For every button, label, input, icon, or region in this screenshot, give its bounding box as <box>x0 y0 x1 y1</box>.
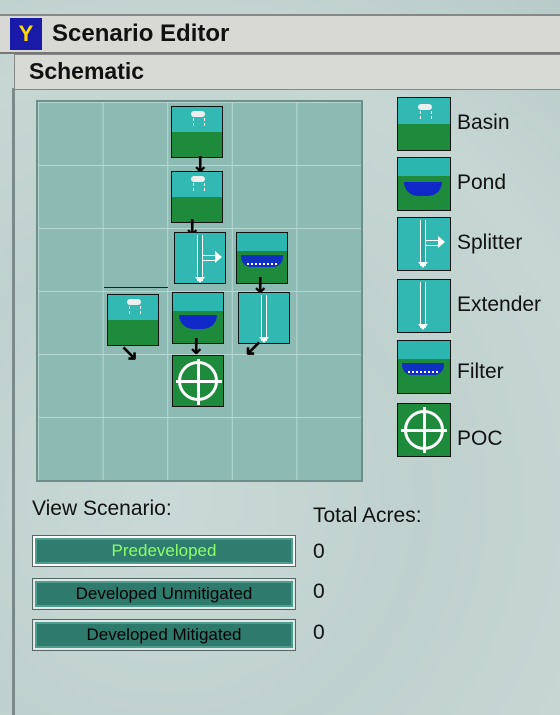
flow-arrow-icon: ↙ <box>244 335 263 360</box>
splitter-icon <box>397 217 451 271</box>
panel-border <box>12 88 15 715</box>
predeveloped-button[interactable]: Predeveloped <box>32 535 296 567</box>
schematic-basin-tile[interactable] <box>107 294 159 346</box>
rain-icon <box>191 176 205 192</box>
poc-icon <box>397 403 451 457</box>
developed-mitigated-button[interactable]: Developed Mitigated <box>32 619 296 651</box>
window-title: Scenario Editor <box>52 20 230 47</box>
rain-icon <box>191 111 205 127</box>
connector-line <box>104 287 168 288</box>
schematic-splitter-tile[interactable] <box>174 232 226 284</box>
legend-label: Pond <box>457 171 507 194</box>
legend-label: Basin <box>457 111 510 134</box>
rain-icon <box>127 299 141 315</box>
legend-label: Splitter <box>457 231 523 254</box>
legend-label: Filter <box>457 360 504 383</box>
schematic-poc-tile[interactable] <box>172 355 224 407</box>
scenario-editor-window: Y Scenario Editor Schematic ↓ ↓ ↓ ↙ ↓ ↘ … <box>0 0 560 715</box>
filter-icon <box>397 340 451 394</box>
extender-icon <box>397 279 451 333</box>
legend-label: POC <box>457 427 503 450</box>
developed-unmitigated-button[interactable]: Developed Unmitigated <box>32 578 296 610</box>
legend-label: Extender <box>457 293 542 316</box>
title-bar[interactable]: Y Scenario Editor <box>0 14 560 54</box>
section-title: Schematic <box>29 58 145 84</box>
app-icon: Y <box>10 18 42 50</box>
total-acres-label: Total Acres: <box>313 504 422 527</box>
schematic-section-header: Schematic <box>14 54 560 90</box>
developed-mitigated-acres: 0 <box>313 621 325 644</box>
flow-arrow-icon: ↘ <box>120 340 139 365</box>
schematic-basin-tile[interactable] <box>171 106 223 158</box>
predeveloped-acres: 0 <box>313 540 325 563</box>
view-scenario-label: View Scenario: <box>32 497 172 520</box>
basin-icon <box>397 97 451 151</box>
pond-icon <box>397 157 451 211</box>
developed-unmitigated-acres: 0 <box>313 580 325 603</box>
